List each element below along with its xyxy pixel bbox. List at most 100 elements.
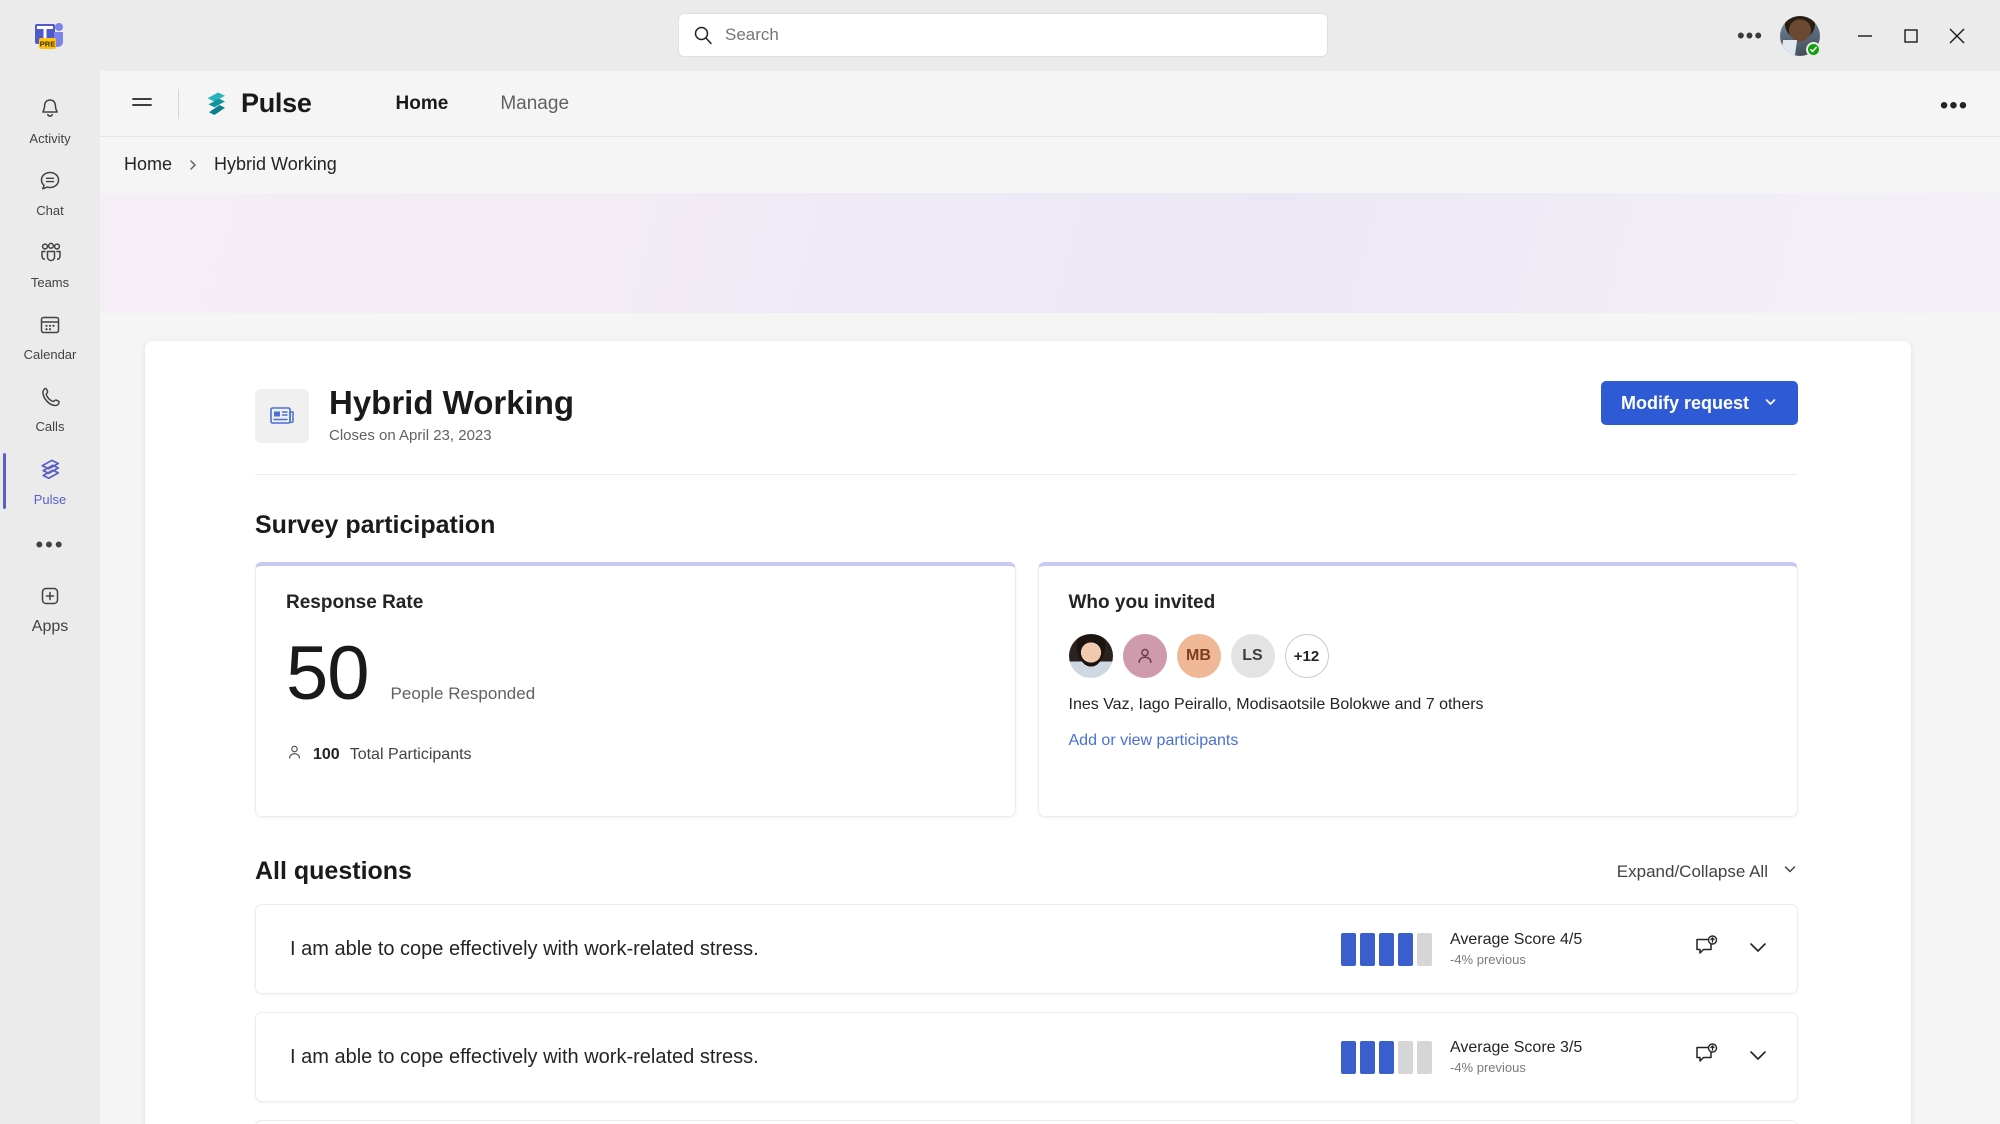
sidebar-item-teams[interactable]: Teams bbox=[0, 229, 100, 301]
pulse-app-area: Pulse Home Manage ••• Home Hybrid Workin… bbox=[100, 71, 2000, 1124]
app-header: Pulse Home Manage ••• bbox=[100, 71, 2000, 137]
search-input[interactable] bbox=[725, 25, 1313, 45]
avatar-overflow-count[interactable]: +12 bbox=[1285, 634, 1329, 678]
score-bars bbox=[1341, 1041, 1432, 1074]
average-score-label: Average Score 4/5 bbox=[1450, 931, 1582, 949]
score-delta-label: -4% previous bbox=[1450, 1060, 1582, 1075]
response-rate-card: Response Rate 50 People Responded 100 bbox=[255, 562, 1016, 817]
header-divider bbox=[178, 89, 179, 119]
score-bar bbox=[1417, 933, 1432, 966]
question-row[interactable]: I am able to cope effectively with work-… bbox=[255, 1012, 1798, 1102]
score-bar bbox=[1341, 1041, 1356, 1074]
score-texts: Average Score 4/5 -4% previous bbox=[1450, 931, 1582, 967]
calendar-icon bbox=[37, 312, 63, 343]
avatar[interactable] bbox=[1069, 634, 1113, 678]
content-region: Hybrid Working Closes on April 23, 2023 … bbox=[100, 193, 2000, 1124]
chevron-right-icon bbox=[186, 158, 200, 172]
left-app-rail: Activity Chat Teams bbox=[0, 71, 100, 1124]
sidebar-item-label: Calendar bbox=[24, 347, 77, 362]
average-score-label: Average Score 3/5 bbox=[1450, 1039, 1582, 1057]
chat-icon bbox=[37, 168, 63, 199]
avatar[interactable] bbox=[1780, 16, 1820, 56]
question-score-block: Average Score 3/5 -4% previous bbox=[1341, 1039, 1671, 1075]
breadcrumb: Home Hybrid Working bbox=[100, 137, 2000, 192]
minimize-button[interactable] bbox=[1842, 16, 1888, 56]
invited-avatars: MB LS +12 bbox=[1069, 634, 1770, 678]
page-title: Hybrid Working bbox=[329, 383, 574, 423]
sidebar-item-label: Chat bbox=[36, 203, 63, 218]
survey-header: Hybrid Working Closes on April 23, 2023 … bbox=[145, 341, 1911, 444]
global-search-box[interactable] bbox=[678, 13, 1328, 57]
question-actions bbox=[1693, 1042, 1771, 1073]
sidebar-item-pulse[interactable]: Pulse bbox=[0, 445, 100, 517]
expand-collapse-all-button[interactable]: Expand/Collapse All bbox=[1617, 861, 1798, 882]
breadcrumb-item-current: Hybrid Working bbox=[214, 154, 337, 175]
who-you-invited-title: Who you invited bbox=[1069, 592, 1770, 614]
score-bars bbox=[1341, 933, 1432, 966]
phone-icon bbox=[37, 384, 63, 415]
comment-badge-icon[interactable] bbox=[1693, 934, 1719, 965]
svg-text:PRE: PRE bbox=[40, 40, 55, 49]
chevron-down-icon bbox=[1763, 393, 1778, 414]
score-bar bbox=[1379, 1041, 1394, 1074]
modify-request-label: Modify request bbox=[1621, 393, 1749, 414]
response-count: 50 bbox=[286, 634, 369, 714]
close-button[interactable] bbox=[1934, 16, 1980, 56]
avatar[interactable]: LS bbox=[1231, 634, 1275, 678]
all-questions-heading: All questions bbox=[255, 857, 412, 886]
comment-badge-icon[interactable] bbox=[1693, 1042, 1719, 1073]
sidebar-item-activity[interactable]: Activity bbox=[0, 85, 100, 157]
teams-icon bbox=[36, 240, 64, 271]
score-bar bbox=[1360, 933, 1375, 966]
sidebar-item-calendar[interactable]: Calendar bbox=[0, 301, 100, 373]
score-bar bbox=[1417, 1041, 1432, 1074]
add-or-view-participants-link[interactable]: Add or view participants bbox=[1069, 732, 1239, 750]
survey-participation-heading: Survey participation bbox=[145, 475, 1911, 540]
modify-request-button[interactable]: Modify request bbox=[1601, 381, 1798, 425]
app-header-more-button[interactable]: ••• bbox=[1934, 89, 1974, 123]
bell-icon bbox=[37, 96, 63, 127]
tab-home[interactable]: Home bbox=[370, 85, 475, 123]
titlebar-more-button[interactable]: ••• bbox=[1728, 14, 1772, 58]
person-icon bbox=[286, 744, 303, 766]
survey-title-block: Hybrid Working Closes on April 23, 2023 bbox=[329, 383, 574, 444]
sidebar-item-label: Activity bbox=[29, 131, 70, 146]
sidebar-item-label: Pulse bbox=[34, 492, 67, 507]
all-questions-header: All questions Expand/Collapse All bbox=[145, 817, 1911, 886]
question-row[interactable]: I am able to cope effectively with work-… bbox=[255, 904, 1798, 994]
survey-detail-sheet: Hybrid Working Closes on April 23, 2023 … bbox=[145, 341, 1911, 1124]
window-controls-group: ••• bbox=[1728, 0, 2000, 71]
avatar[interactable]: MB bbox=[1177, 634, 1221, 678]
score-delta-label: -4% previous bbox=[1450, 952, 1582, 967]
total-participants-caption: Total Participants bbox=[350, 746, 472, 764]
response-rate-title: Response Rate bbox=[286, 592, 987, 614]
breadcrumb-item-home[interactable]: Home bbox=[124, 154, 172, 175]
sidebar-item-label: Calls bbox=[36, 419, 65, 434]
sidebar-item-calls[interactable]: Calls bbox=[0, 373, 100, 445]
maximize-button[interactable] bbox=[1888, 16, 1934, 56]
pulse-icon bbox=[36, 455, 64, 488]
sidebar-item-chat[interactable]: Chat bbox=[0, 157, 100, 229]
score-bar bbox=[1398, 1041, 1413, 1074]
search-icon bbox=[693, 25, 713, 45]
hamburger-icon[interactable] bbox=[120, 82, 164, 126]
score-bar bbox=[1398, 933, 1413, 966]
sidebar-item-label: Teams bbox=[31, 275, 69, 290]
question-text: I am able to cope effectively with work-… bbox=[290, 1046, 1341, 1069]
total-participants-value: 100 bbox=[313, 746, 340, 764]
invited-names: Ines Vaz, Iago Peirallo, Modisaotsile Bo… bbox=[1069, 696, 1770, 714]
sidebar-more-apps-button[interactable]: ••• bbox=[0, 517, 100, 573]
avatar[interactable] bbox=[1123, 634, 1167, 678]
status-badge-available bbox=[1806, 42, 1821, 57]
app-name: Pulse bbox=[241, 88, 312, 119]
chevron-down-icon[interactable] bbox=[1745, 1042, 1771, 1073]
microsoft-teams-preview-logo: PRE bbox=[33, 18, 69, 54]
sidebar-item-apps[interactable]: Apps bbox=[0, 573, 100, 645]
response-count-caption: People Responded bbox=[391, 684, 536, 704]
tab-manage[interactable]: Manage bbox=[474, 85, 595, 123]
chevron-down-icon bbox=[1782, 861, 1798, 882]
question-row[interactable] bbox=[255, 1120, 1798, 1124]
pulse-logo-icon bbox=[201, 89, 231, 119]
question-text: I am able to cope effectively with work-… bbox=[290, 938, 1341, 961]
chevron-down-icon[interactable] bbox=[1745, 934, 1771, 965]
